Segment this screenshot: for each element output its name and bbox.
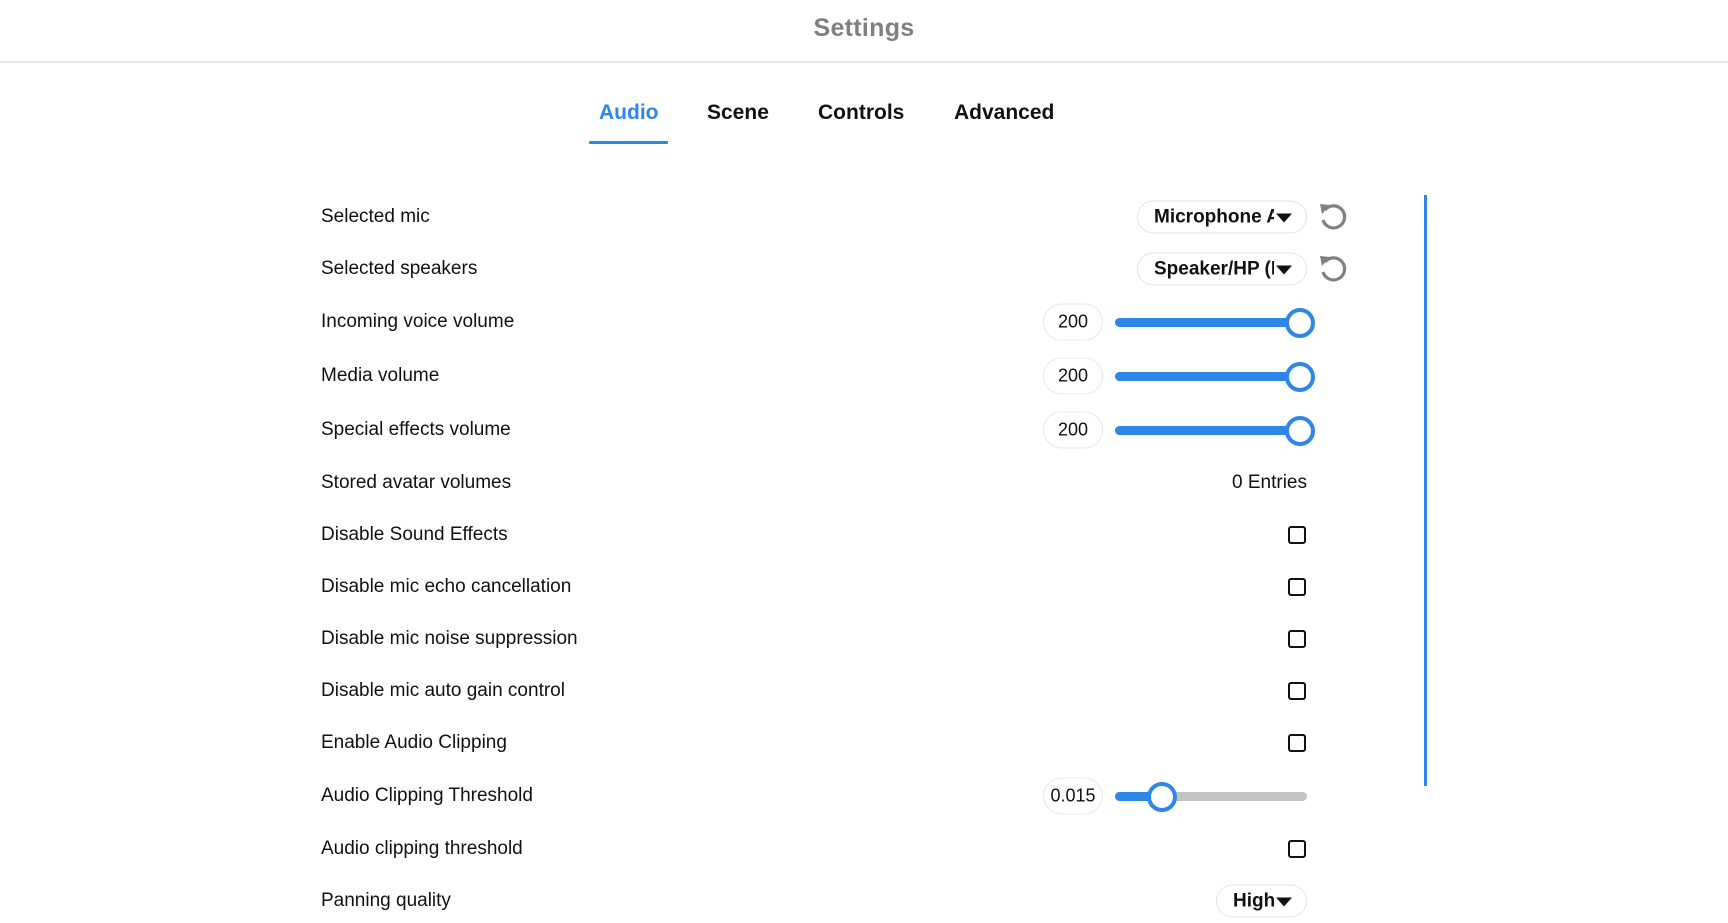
disable-mic-echo-cancellation-checkbox[interactable] xyxy=(1288,578,1306,596)
slider-thumb[interactable] xyxy=(1147,782,1177,812)
slider-thumb[interactable] xyxy=(1285,362,1315,392)
reset-icon[interactable] xyxy=(1317,201,1349,233)
incoming-voice-volume-slider[interactable] xyxy=(1115,307,1315,338)
setting-label: Selected mic xyxy=(321,206,430,227)
setting-incoming-voice-volume: Incoming voice volume 200 xyxy=(321,300,1361,344)
setting-disable-mic-noise-suppression: Disable mic noise suppression xyxy=(321,617,1361,661)
disable-mic-noise-suppression-checkbox[interactable] xyxy=(1288,630,1306,648)
audio-clipping-threshold-checkbox[interactable] xyxy=(1288,840,1306,858)
scrollbar[interactable] xyxy=(1424,195,1427,786)
setting-disable-mic-auto-gain-control: Disable mic auto gain control xyxy=(321,669,1361,713)
setting-selected-mic: Selected mic Microphone Array xyxy=(321,195,1361,239)
stored-avatar-volumes-count[interactable]: 0 Entries xyxy=(1232,472,1307,494)
tab-advanced[interactable]: Advanced xyxy=(954,98,1054,144)
setting-disable-mic-echo-cancellation: Disable mic echo cancellation xyxy=(321,565,1361,609)
setting-stored-avatar-volumes: Stored avatar volumes 0 Entries xyxy=(321,461,1361,505)
slider-fill xyxy=(1115,426,1307,435)
reset-icon[interactable] xyxy=(1317,253,1349,285)
setting-label: Special effects volume xyxy=(321,419,511,440)
caret-down-icon xyxy=(1276,897,1292,907)
speakers-select[interactable]: Speaker/HP (Realtek) xyxy=(1137,252,1307,286)
audio-clipping-threshold-input[interactable]: 0.015 xyxy=(1043,777,1103,815)
slider-thumb[interactable] xyxy=(1285,416,1315,446)
setting-special-effects-volume: Special effects volume 200 xyxy=(321,408,1361,452)
caret-down-icon xyxy=(1276,265,1292,275)
enable-audio-clipping-checkbox[interactable] xyxy=(1288,734,1306,752)
special-effects-volume-input[interactable]: 200 xyxy=(1043,411,1103,449)
setting-label: Media volume xyxy=(321,365,440,386)
setting-label: Stored avatar volumes xyxy=(321,472,512,493)
panning-quality-select[interactable]: High xyxy=(1216,884,1307,918)
setting-label: Audio Clipping Threshold xyxy=(321,785,533,806)
tab-audio[interactable]: Audio xyxy=(588,98,670,144)
setting-audio-clipping-threshold-toggle: Audio clipping threshold xyxy=(321,827,1361,871)
setting-label: Selected speakers xyxy=(321,258,478,279)
mic-select[interactable]: Microphone Array xyxy=(1137,200,1307,234)
setting-media-volume: Media volume 200 xyxy=(321,354,1361,398)
slider-fill xyxy=(1115,372,1307,381)
setting-label: Disable Sound Effects xyxy=(321,524,508,545)
special-effects-volume-slider[interactable] xyxy=(1115,415,1315,446)
setting-label: Audio clipping threshold xyxy=(321,838,523,859)
panning-quality-value: High xyxy=(1233,890,1276,912)
caret-down-icon xyxy=(1276,213,1292,223)
disable-mic-auto-gain-control-checkbox[interactable] xyxy=(1288,682,1306,700)
setting-label: Panning quality xyxy=(321,890,451,911)
mic-select-value: Microphone Array xyxy=(1154,206,1274,228)
slider-thumb[interactable] xyxy=(1285,308,1315,338)
setting-label: Disable mic auto gain control xyxy=(321,680,565,701)
disable-sound-effects-checkbox[interactable] xyxy=(1288,526,1306,544)
page-title: Settings xyxy=(813,14,915,42)
setting-selected-speakers: Selected speakers Speaker/HP (Realtek) xyxy=(321,247,1361,291)
speakers-select-value: Speaker/HP (Realtek) xyxy=(1154,258,1274,280)
tab-bar: Audio Scene Controls Advanced xyxy=(0,98,1728,146)
setting-label: Incoming voice volume xyxy=(321,311,515,332)
incoming-voice-volume-input[interactable]: 200 xyxy=(1043,303,1103,341)
setting-label: Disable mic echo cancellation xyxy=(321,576,572,597)
setting-audio-clipping-threshold: Audio Clipping Threshold 0.015 xyxy=(321,774,1361,818)
header: Settings xyxy=(0,0,1728,63)
setting-label: Disable mic noise suppression xyxy=(321,628,578,649)
tab-controls[interactable]: Controls xyxy=(818,98,904,144)
media-volume-slider[interactable] xyxy=(1115,361,1315,392)
setting-disable-sound-effects: Disable Sound Effects xyxy=(321,513,1361,557)
setting-label: Enable Audio Clipping xyxy=(321,732,507,753)
media-volume-input[interactable]: 200 xyxy=(1043,357,1103,395)
tab-scene[interactable]: Scene xyxy=(707,98,769,144)
audio-clipping-threshold-slider[interactable] xyxy=(1115,781,1307,812)
setting-panning-quality: Panning quality High xyxy=(321,879,1361,923)
setting-enable-audio-clipping: Enable Audio Clipping xyxy=(321,721,1361,765)
slider-fill xyxy=(1115,318,1307,327)
